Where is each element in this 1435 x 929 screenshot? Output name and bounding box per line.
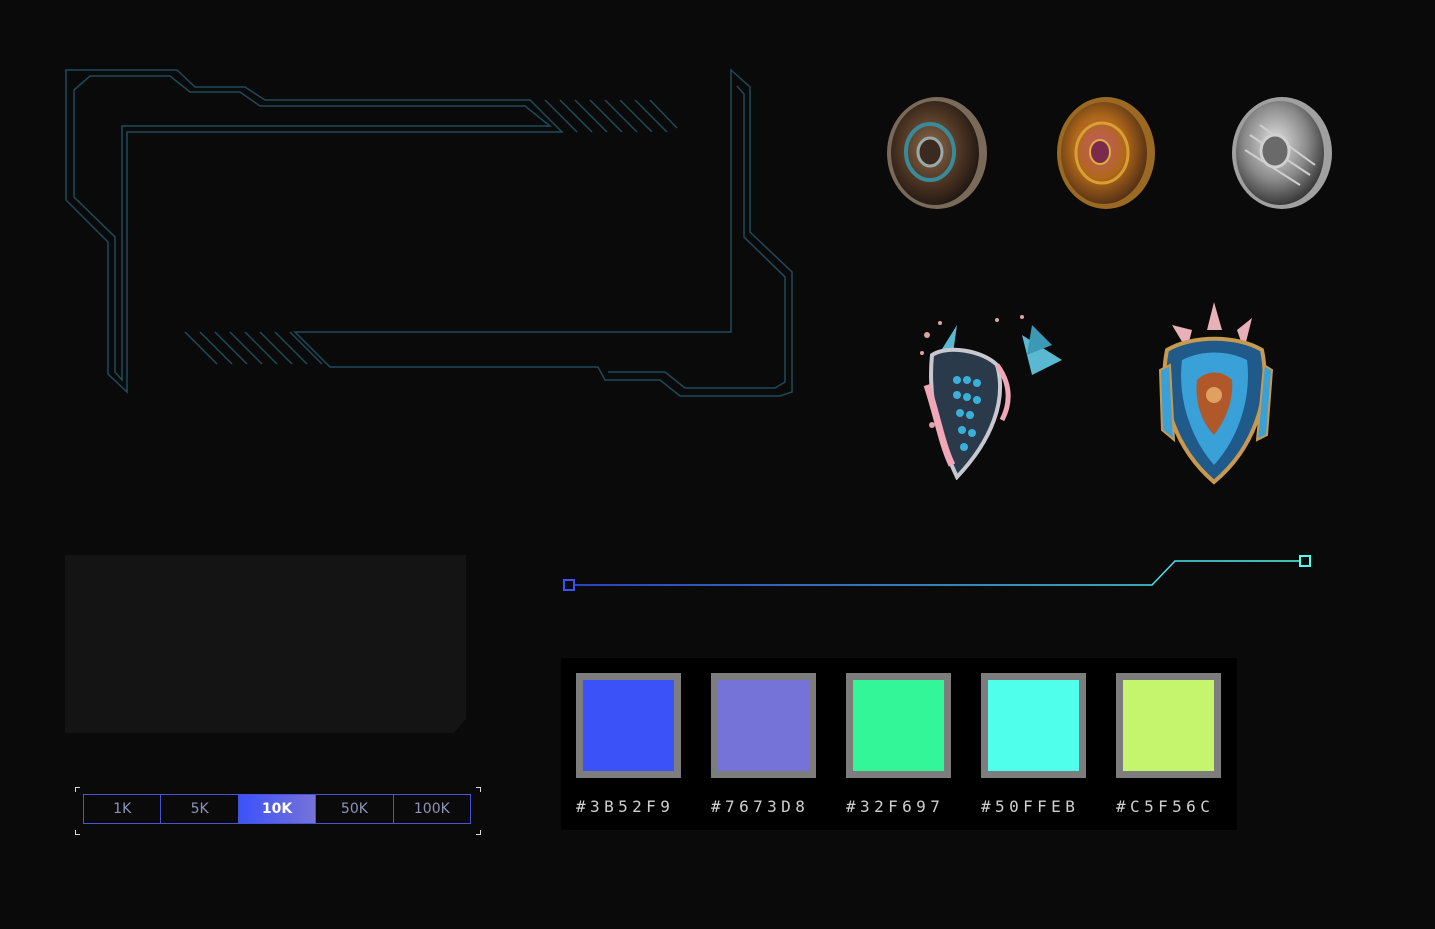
- connector-end-node: [1299, 555, 1311, 567]
- gradient-connector-line: [563, 555, 1311, 591]
- amount-option-100k[interactable]: 100K: [394, 795, 470, 823]
- color-swatch-3[interactable]: [846, 673, 951, 778]
- corner-top-left: [75, 787, 80, 792]
- swatch-hex-label-2: #7673D8: [711, 797, 810, 816]
- connector-start-node: [563, 579, 575, 591]
- dark-panel: [65, 555, 466, 733]
- amount-option-50k[interactable]: 50K: [316, 795, 394, 823]
- amount-option-10k[interactable]: 10K: [238, 795, 317, 823]
- amount-segmented-control: 1K 5K 10K 50K 100K: [83, 794, 471, 824]
- swatch-hex-label-3: #32F697: [846, 797, 945, 816]
- color-swatch-4[interactable]: [981, 673, 1086, 778]
- bronze-round-shield-icon[interactable]: [885, 95, 990, 213]
- amount-selector: 1K 5K 10K 50K 100K: [75, 787, 481, 835]
- color-swatch-2[interactable]: [711, 673, 816, 778]
- corner-top-right: [476, 787, 481, 792]
- amount-option-1k[interactable]: 1K: [84, 795, 162, 823]
- swatch-hex-label-5: #C5F56C: [1116, 797, 1215, 816]
- corner-bottom-left: [75, 830, 80, 835]
- corner-bottom-right: [476, 830, 481, 835]
- color-swatch-1[interactable]: [576, 673, 681, 778]
- color-palette: #3B52F9 #7673D8 #32F697 #50FFEB #C5F56C: [561, 658, 1237, 830]
- swatch-hex-label-4: #50FFEB: [981, 797, 1080, 816]
- hud-frame: [65, 68, 793, 397]
- swatch-hex-label-1: #3B52F9: [576, 797, 675, 816]
- spiked-kite-shield-icon[interactable]: [912, 305, 1064, 480]
- silver-round-shield-icon[interactable]: [1230, 95, 1334, 213]
- color-swatch-5[interactable]: [1116, 673, 1221, 778]
- amount-option-5k[interactable]: 5K: [161, 795, 239, 823]
- ornate-kite-shield-icon[interactable]: [1152, 300, 1277, 485]
- gold-round-shield-icon[interactable]: [1056, 95, 1158, 213]
